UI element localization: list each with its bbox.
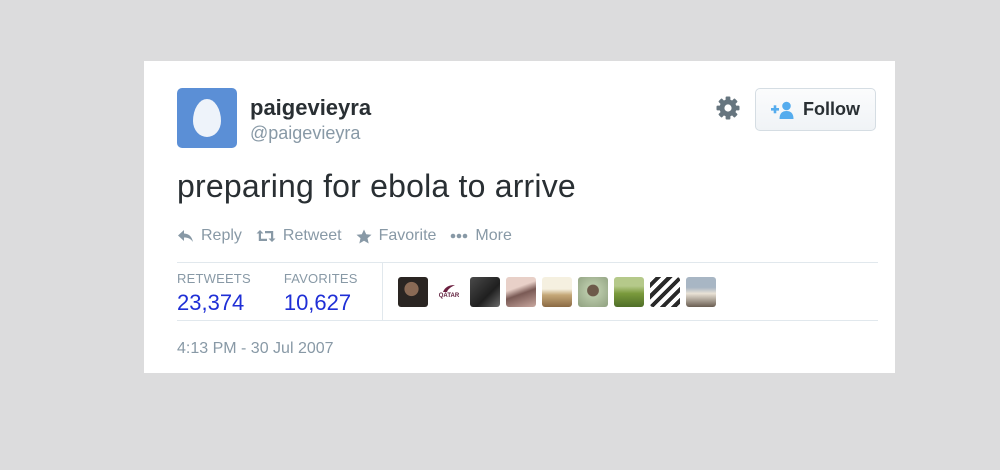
favoriter-logo-text: QATAR <box>438 293 460 299</box>
favorite-label: Favorite <box>378 227 437 244</box>
more-label: More <box>475 227 512 244</box>
retweets-stat[interactable]: RETWEETS 23,374 <box>177 263 251 320</box>
favoriter-avatars: QATAR <box>398 277 716 307</box>
divider <box>177 320 878 321</box>
follow-label: Follow <box>803 99 860 119</box>
follow-button[interactable]: Follow <box>755 88 876 131</box>
star-icon <box>356 229 372 244</box>
tweet-text: preparing for ebola to arrive <box>177 168 576 204</box>
retweets-count[interactable]: 23,374 <box>177 290 251 316</box>
favoriter-avatar[interactable] <box>542 277 572 307</box>
more-button[interactable]: More <box>450 227 512 245</box>
favoriter-avatar[interactable] <box>506 277 536 307</box>
favoriter-avatar[interactable] <box>614 277 644 307</box>
favoriter-avatar[interactable] <box>470 277 500 307</box>
retweets-label: RETWEETS <box>177 271 251 286</box>
default-egg-icon <box>193 99 221 137</box>
oryx-logo-icon <box>443 285 455 292</box>
tweet-card: paigevieyra @paigevieyra Follow preparin… <box>144 61 895 373</box>
reply-button[interactable]: Reply <box>177 227 242 245</box>
tweet-timestamp[interactable]: 4:13 PM - 30 Jul 2007 <box>177 340 334 358</box>
screen-name[interactable]: @paigevieyra <box>250 123 360 144</box>
retweet-button[interactable]: Retweet <box>256 227 342 245</box>
avatar[interactable] <box>177 88 237 148</box>
favoriter-avatar[interactable] <box>650 277 680 307</box>
more-icon <box>450 233 468 239</box>
tweet-actions: Reply Retweet Favorite More <box>177 227 526 245</box>
stats-divider <box>382 263 383 320</box>
add-user-icon <box>771 101 795 119</box>
favoriter-avatar[interactable]: QATAR <box>434 277 464 307</box>
display-name[interactable]: paigevieyra <box>250 95 371 121</box>
favorites-count[interactable]: 10,627 <box>284 290 358 316</box>
favoriter-avatar[interactable] <box>686 277 716 307</box>
favoriter-avatar[interactable] <box>578 277 608 307</box>
retweet-icon <box>256 229 276 243</box>
favoriter-avatar[interactable] <box>398 277 428 307</box>
favorites-label: FAVORITES <box>283 271 358 286</box>
reply-icon <box>177 229 194 243</box>
retweet-label: Retweet <box>282 227 342 244</box>
favorites-stat[interactable]: FAVORITES 10,627 <box>284 263 358 320</box>
gear-icon[interactable] <box>715 95 741 121</box>
reply-label: Reply <box>201 227 242 244</box>
favorite-button[interactable]: Favorite <box>356 227 437 245</box>
tweet-stats: RETWEETS 23,374 FAVORITES 10,627 <box>177 263 391 320</box>
